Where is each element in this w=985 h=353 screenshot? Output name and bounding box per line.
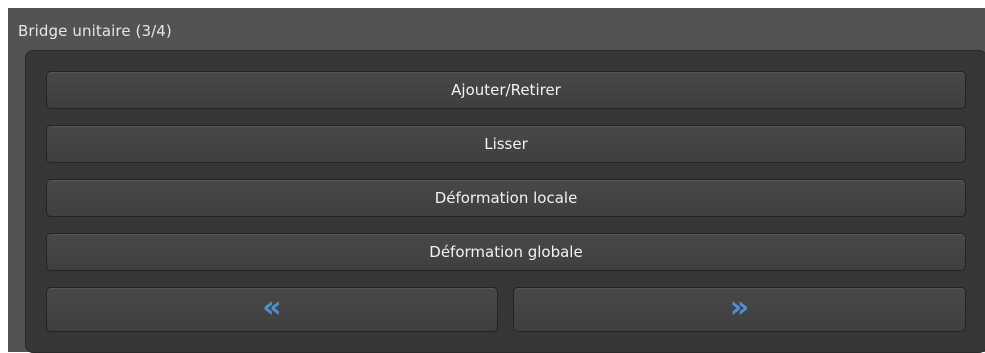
next-step-button[interactable]: » (513, 287, 966, 332)
panel-title: Bridge unitaire (3/4) (18, 22, 172, 40)
double-chevron-right-icon: » (729, 289, 750, 325)
add-remove-button[interactable]: Ajouter/Retirer (46, 71, 966, 109)
local-deformation-label: Déformation locale (434, 189, 578, 207)
local-deformation-button[interactable]: Déformation locale (46, 179, 966, 217)
smooth-button[interactable]: Lisser (46, 125, 966, 163)
add-remove-label: Ajouter/Retirer (451, 81, 561, 99)
previous-step-button[interactable]: « (46, 287, 498, 332)
global-deformation-label: Déformation globale (429, 243, 583, 261)
smooth-label: Lisser (484, 135, 528, 153)
double-chevron-left-icon: « (262, 289, 282, 325)
global-deformation-button[interactable]: Déformation globale (46, 233, 966, 271)
